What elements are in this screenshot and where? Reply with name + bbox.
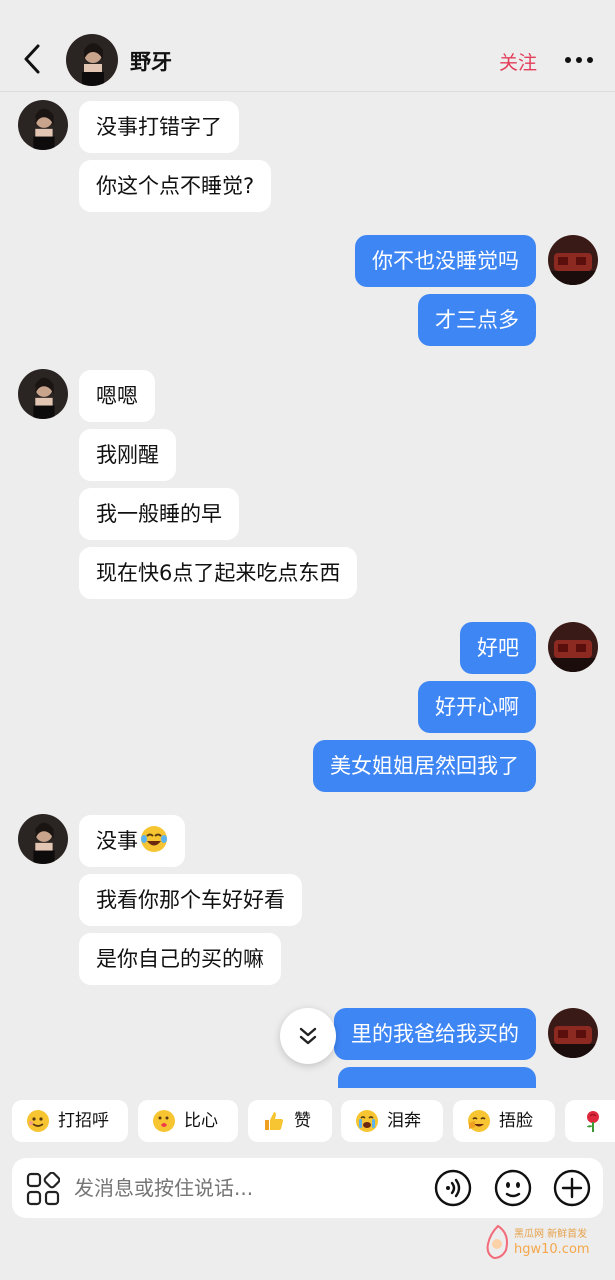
wave-emoji-icon (27, 1110, 49, 1132)
contact-avatar[interactable] (66, 34, 118, 86)
received-message[interactable]: 现在快6点了起来吃点东西 (79, 547, 358, 599)
sent-message[interactable]: 你不也没睡觉吗 (355, 235, 536, 287)
contact-message-avatar[interactable] (18, 814, 68, 864)
back-chevron-icon[interactable] (18, 42, 48, 76)
sent-message[interactable]: 美女姐姐居然回我了 (313, 740, 536, 792)
received-message[interactable]: 你这个点不睡觉? (79, 160, 272, 212)
sent-message[interactable]: 好开心啊 (418, 681, 536, 733)
sent-message[interactable]: 里的我爸给我买的 (334, 1008, 536, 1060)
quick-reply-chip[interactable]: 捂脸 (453, 1100, 555, 1142)
watermark: 黑瓜网 新鲜首发 hgw10.com (484, 1222, 604, 1262)
crying-emoji-icon (356, 1110, 378, 1132)
received-message[interactable]: 是你自己的买的嘛 (79, 933, 281, 985)
apps-grid-icon[interactable] (26, 1172, 60, 1206)
quick-reply-label: 比心 (184, 1111, 218, 1131)
sent-message[interactable]: 才三点多 (418, 294, 536, 346)
received-message[interactable]: 我看你那个车好好看 (79, 874, 302, 926)
quick-reply-label: 赞 (294, 1111, 311, 1131)
more-options-icon[interactable] (564, 56, 594, 64)
received-message[interactable]: 没事 (79, 815, 185, 867)
quick-reply-bar[interactable]: 打招呼 比心 赞 泪奔 捂脸 (0, 1096, 615, 1148)
contact-message-avatar[interactable] (18, 369, 68, 419)
voice-input-icon[interactable] (434, 1169, 472, 1207)
quick-reply-label: 泪奔 (387, 1111, 421, 1131)
thumbs-up-icon (265, 1112, 283, 1130)
chat-header: 野牙 关注 (0, 0, 615, 92)
quick-reply-label: 捂脸 (499, 1111, 533, 1131)
sent-message[interactable]: 好吧 (460, 622, 536, 674)
message-list[interactable]: 没事打错字了 你这个点不睡觉? 你不也没睡觉吗 才三点多 嗯嗯 我刚醒 我一般睡… (0, 92, 615, 1088)
quick-reply-chip[interactable]: 比心 (138, 1100, 238, 1142)
rose-icon (587, 1111, 599, 1132)
watermark-logo-icon (486, 1224, 508, 1260)
contact-name: 野牙 (130, 50, 172, 74)
heart-hands-emoji-icon (153, 1110, 175, 1132)
double-chevron-down-icon (299, 1027, 317, 1045)
follow-button[interactable]: 关注 (499, 48, 537, 75)
message-input-bar (12, 1158, 603, 1218)
add-plus-icon[interactable] (553, 1169, 591, 1207)
facepalm-emoji-icon (468, 1110, 490, 1132)
quick-reply-chip[interactable]: 赞 (248, 1100, 332, 1142)
my-avatar[interactable] (548, 1008, 598, 1058)
sent-message-partial[interactable] (338, 1067, 536, 1088)
message-text: 没事 (96, 829, 138, 853)
received-message[interactable]: 嗯嗯 (79, 370, 155, 422)
received-message[interactable]: 没事打错字了 (79, 101, 239, 153)
my-avatar[interactable] (548, 235, 598, 285)
message-input[interactable] (74, 1158, 414, 1218)
quick-reply-chip[interactable]: 打招呼 (12, 1100, 128, 1142)
quick-reply-chip[interactable] (565, 1100, 615, 1142)
received-message[interactable]: 我刚醒 (79, 429, 176, 481)
received-message[interactable]: 我一般睡的早 (79, 488, 239, 540)
quick-reply-chip[interactable]: 泪奔 (341, 1100, 443, 1142)
scroll-to-bottom-button[interactable] (280, 1008, 336, 1064)
my-avatar[interactable] (548, 622, 598, 672)
laughing-tears-emoji-icon (141, 826, 167, 852)
watermark-line2: hgw10.com (514, 1242, 590, 1257)
watermark-line1: 黑瓜网 新鲜首发 (514, 1229, 588, 1240)
emoji-picker-icon[interactable] (494, 1169, 532, 1207)
quick-reply-label: 打招呼 (58, 1111, 109, 1131)
contact-message-avatar[interactable] (18, 100, 68, 150)
